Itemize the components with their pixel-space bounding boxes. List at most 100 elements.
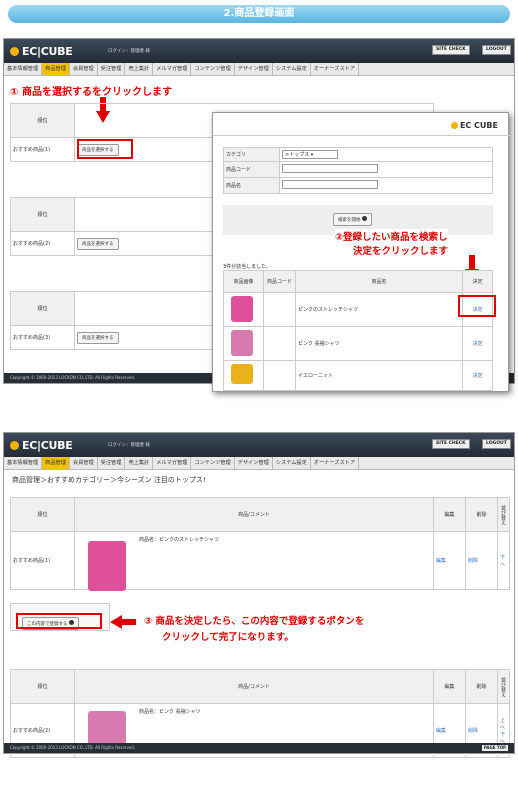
col-edit: 編集 xyxy=(433,497,466,532)
footer: Copyright © 2000-2013 LOCKON CO.,LTD. Al… xyxy=(4,743,514,753)
col-delete: 削除 xyxy=(465,669,498,704)
rank-header: 順位 xyxy=(10,197,75,232)
result-table: 商品画像 商品コード 商品名 決定 ピンクのストレッチシャツ 決定 ピンク 長袖シャツ決… xyxy=(223,270,493,391)
decide-link[interactable]: 決定 xyxy=(472,373,482,379)
search-button[interactable]: 検索を開始 xyxy=(333,213,372,226)
recommend-table-1: 順位 商品/コメント 編集 削除 並び替え おすすめ商品(1) 商品名：ピンクのストレッチ… xyxy=(10,497,510,590)
rank-header: 順位 xyxy=(10,291,75,326)
arrow-left-icon xyxy=(110,615,136,629)
col-product: 商品/コメント xyxy=(74,497,434,532)
site-check-button[interactable]: SITE CHECK xyxy=(432,439,470,449)
result-name: ピンク 長袖シャツ xyxy=(295,326,463,361)
nav-item[interactable]: 商品管理 xyxy=(42,63,70,75)
nav-item[interactable]: デザイン管理 xyxy=(235,457,273,469)
product-thumbnail xyxy=(88,711,126,747)
select-product-button[interactable]: 商品を選択する xyxy=(77,331,119,344)
popup-logo: EC CUBE xyxy=(450,121,498,130)
result-name: ピンクのストレッチシャツ xyxy=(295,292,463,327)
product-thumbnail xyxy=(231,296,253,322)
col-image: 商品画像 xyxy=(223,270,264,293)
logout-button[interactable]: LOGOUT xyxy=(482,45,511,55)
nav-item[interactable]: 受注管理 xyxy=(98,457,126,469)
row-label: おすすめ商品(2) xyxy=(10,231,75,256)
breadcrumb: 商品管理＞おすすめカテゴリー＞今シーズン 注目のトップス! xyxy=(12,476,206,484)
product-thumbnail xyxy=(231,364,253,384)
category-select[interactable]: >トップス ▾ xyxy=(282,150,338,159)
header: EC|CUBE ログイン：管理者 様 SITE CHECK LOGOUT xyxy=(4,433,514,457)
col-delete: 削除 xyxy=(465,497,498,532)
result-name: イエローニット xyxy=(295,360,463,391)
step2-highlight xyxy=(458,295,496,317)
bottom-screenshot: EC|CUBE ログイン：管理者 様 SITE CHECK LOGOUT 基本情… xyxy=(3,432,515,758)
delete-link[interactable]: 削除 xyxy=(468,728,478,734)
nav-item[interactable]: 商品管理 xyxy=(42,457,70,469)
nav-item[interactable]: デザイン管理 xyxy=(235,63,273,75)
main-nav: 基本情報管理 商品管理 会員管理 受注管理 売上集計 メルマガ管理 コンテンツ管理 デザイン管… xyxy=(4,63,514,76)
nav-item[interactable]: 会員管理 xyxy=(70,63,98,75)
category-label: カテゴリ xyxy=(223,147,280,162)
edit-link[interactable]: 編集 xyxy=(436,728,446,734)
logo: EC|CUBE xyxy=(10,439,73,452)
logo: EC|CUBE xyxy=(10,45,73,58)
name-label: 商品名 xyxy=(223,177,280,194)
logout-button[interactable]: LOGOUT xyxy=(482,439,511,449)
step2-line1: ②登録したい商品を検索し xyxy=(335,229,448,243)
logo-icon xyxy=(10,441,19,450)
nav-item[interactable]: 受注管理 xyxy=(98,63,126,75)
row-label: おすすめ商品(1) xyxy=(10,137,75,162)
col-rank: 順位 xyxy=(10,669,75,704)
rank-header: 順位 xyxy=(10,103,75,138)
product-thumbnail xyxy=(88,541,126,591)
step1-highlight xyxy=(77,139,133,159)
nav-item[interactable]: 売上集計 xyxy=(125,457,154,469)
result-count: 3件が該当しました。 xyxy=(223,264,272,270)
logo-icon xyxy=(450,122,458,129)
nav-item[interactable]: オーナーズストア xyxy=(311,457,360,469)
page-top-button[interactable]: PAGE TOP xyxy=(481,745,508,751)
edit-link[interactable]: 編集 xyxy=(436,558,446,564)
step2-line2: 決定をクリックします xyxy=(353,243,449,257)
row-label: おすすめ商品(1) xyxy=(10,531,75,590)
nav-item[interactable]: コンテンツ管理 xyxy=(191,457,235,469)
nav-item[interactable]: システム設定 xyxy=(273,457,311,469)
nav-item[interactable]: オーナーズストア xyxy=(311,63,360,75)
banner: 2.商品登録画面 xyxy=(0,0,518,30)
nav-item[interactable]: 会員管理 xyxy=(70,457,98,469)
col-sort: 並び替え xyxy=(497,497,510,532)
header: EC|CUBE ログイン：管理者 様 SITE CHECK LOGOUT xyxy=(4,39,514,63)
login-status: ログイン：管理者 様 xyxy=(108,49,150,54)
nav-item[interactable]: コンテンツ管理 xyxy=(191,63,235,75)
col-name: 商品名 xyxy=(295,270,463,293)
nav-item[interactable]: 基本情報管理 xyxy=(4,63,43,75)
row-label: おすすめ商品(3) xyxy=(10,325,75,350)
step3-highlight xyxy=(16,613,102,629)
product-thumbnail xyxy=(231,330,253,356)
name-input[interactable] xyxy=(282,180,378,189)
select-product-button[interactable]: 商品を選択する xyxy=(77,237,119,250)
login-status: ログイン：管理者 様 xyxy=(108,443,150,448)
nav-item[interactable]: 売上集計 xyxy=(125,63,154,75)
nav-item[interactable]: 基本情報管理 xyxy=(4,457,43,469)
logo-icon xyxy=(10,47,19,56)
product-search-popup: EC CUBE カテゴリ >トップス ▾ 商品コード 商品名 検索を開始 ②登録し… xyxy=(212,112,510,392)
nav-item[interactable]: メルマガ管理 xyxy=(153,457,192,469)
col-sort: 並び替え xyxy=(497,669,510,704)
code-label: 商品コード xyxy=(223,161,280,178)
nav-item[interactable]: システム設定 xyxy=(273,63,311,75)
banner-title: 2.商品登録画面 xyxy=(8,5,510,23)
sort-down-link[interactable]: 下へ xyxy=(500,555,505,568)
sort-up-link[interactable]: 上へ xyxy=(500,718,505,731)
col-rank: 順位 xyxy=(10,497,75,532)
col-code: 商品コード xyxy=(263,270,296,293)
product-name: 商品名：ピンクのストレッチシャツ xyxy=(74,531,434,590)
site-check-button[interactable]: SITE CHECK xyxy=(432,45,470,55)
delete-link[interactable]: 削除 xyxy=(468,558,478,564)
nav-item[interactable]: メルマガ管理 xyxy=(153,63,192,75)
go-icon xyxy=(361,216,367,221)
step1-instruction: ① 商品を選択するをクリックします xyxy=(10,87,172,98)
col-product: 商品/コメント xyxy=(74,669,434,704)
decide-link[interactable]: 決定 xyxy=(472,341,482,347)
col-action: 決定 xyxy=(462,270,493,293)
code-input[interactable] xyxy=(282,164,378,173)
col-edit: 編集 xyxy=(433,669,466,704)
